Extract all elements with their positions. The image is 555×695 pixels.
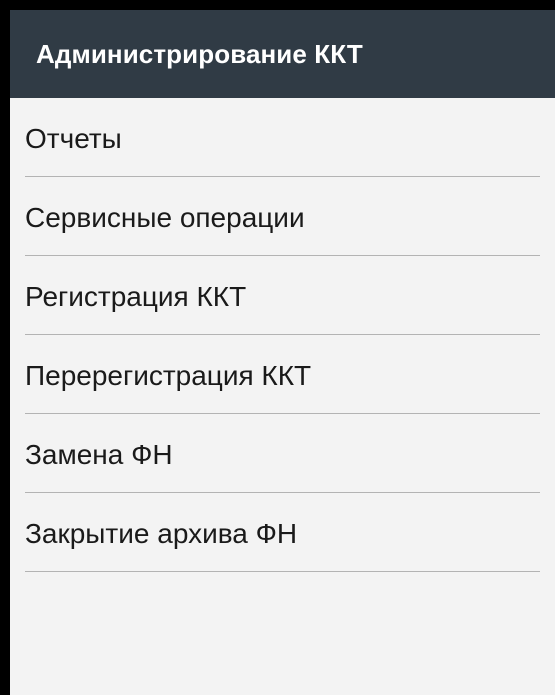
menu-item-service-operations[interactable]: Сервисные операции bbox=[25, 177, 540, 256]
menu-item-label: Замена ФН bbox=[25, 439, 173, 470]
menu-item-label: Перерегистрация ККТ bbox=[25, 360, 312, 391]
menu-item-reports[interactable]: Отчеты bbox=[25, 98, 540, 177]
menu-item-kkt-reregistration[interactable]: Перерегистрация ККТ bbox=[25, 335, 540, 414]
menu-item-label: Сервисные операции bbox=[25, 202, 305, 233]
app-bar-title: Администрирование ККТ bbox=[36, 38, 363, 69]
menu-item-kkt-registration[interactable]: Регистрация ККТ bbox=[25, 256, 540, 335]
menu-list: Отчеты Сервисные операции Регистрация КК… bbox=[10, 98, 555, 572]
menu-item-label: Отчеты bbox=[25, 123, 122, 154]
menu-item-fn-archive-closing[interactable]: Закрытие архива ФН bbox=[25, 493, 540, 572]
menu-item-label: Закрытие архива ФН bbox=[25, 518, 298, 549]
menu-item-fn-replacement[interactable]: Замена ФН bbox=[25, 414, 540, 493]
app-bar: Администрирование ККТ bbox=[10, 10, 555, 98]
menu-item-label: Регистрация ККТ bbox=[25, 281, 247, 312]
app-screen: Администрирование ККТ Отчеты Сервисные о… bbox=[10, 10, 555, 695]
